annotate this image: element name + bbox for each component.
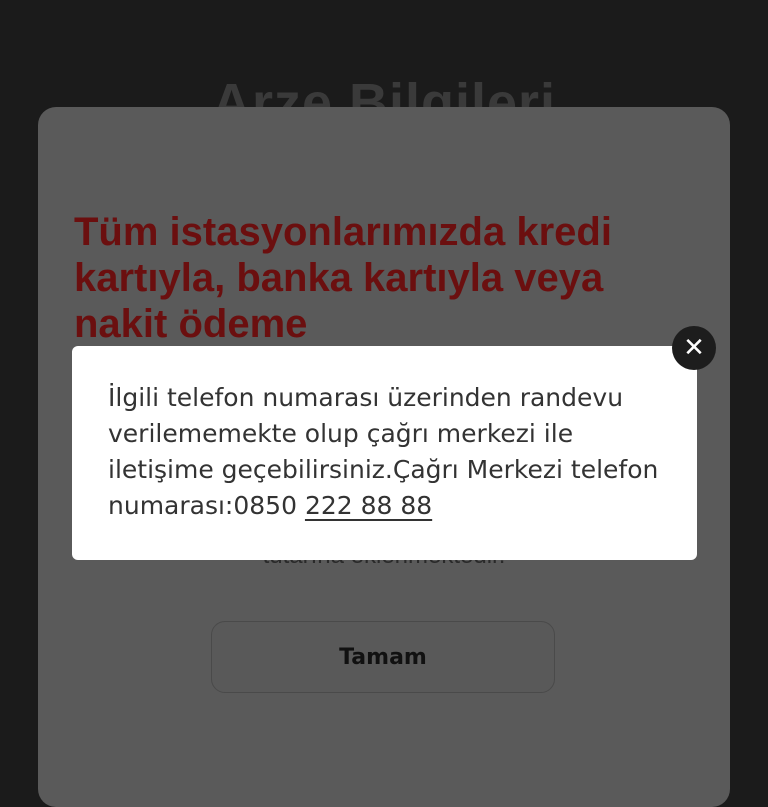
close-popup-button[interactable]: ✕ — [672, 326, 716, 370]
popup-message: İlgili telefon numarası üzerinden randev… — [108, 380, 667, 524]
ok-button[interactable]: Tamam — [211, 621, 555, 693]
phone-info-popup: İlgili telefon numarası üzerinden randev… — [72, 346, 697, 560]
phone-number-link[interactable]: 222 88 88 — [305, 491, 432, 520]
close-icon: ✕ — [683, 333, 705, 363]
modal-headline: Tüm istasyonlarımızda kredi kartıyla, ba… — [74, 210, 612, 346]
